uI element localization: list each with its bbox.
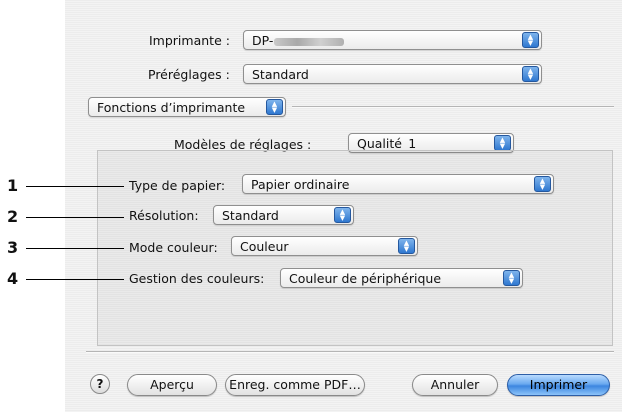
panel-popup[interactable]: Fonctions d’imprimante ▲ ▼: [88, 97, 286, 117]
cancel-button[interactable]: Annuler: [412, 374, 498, 396]
callout-line-3: [26, 248, 124, 249]
callout-line-2: [26, 217, 124, 218]
color-mode-popup[interactable]: Couleur ▲ ▼: [231, 236, 418, 256]
callout-number-4: 4: [7, 269, 19, 288]
panel-value: Fonctions d’imprimante: [97, 100, 246, 115]
callout-number-3: 3: [7, 238, 19, 257]
resolution-popup[interactable]: Standard ▲ ▼: [213, 205, 354, 225]
updown-arrows-icon: ▲ ▼: [266, 99, 283, 115]
printer-popup[interactable]: DP- ▲ ▼: [243, 30, 542, 50]
callout-line-1: [26, 186, 124, 187]
updown-arrows-icon: ▲ ▼: [534, 176, 551, 192]
paper-type-value: Papier ordinaire: [251, 177, 350, 192]
help-icon[interactable]: ?: [90, 374, 110, 394]
updown-arrows-icon: ▲ ▼: [398, 238, 415, 254]
separator-bottom: [86, 351, 614, 353]
print-button[interactable]: Imprimer: [507, 374, 610, 396]
resolution-value: Standard: [222, 208, 279, 223]
updown-arrows-icon: ▲ ▼: [522, 32, 539, 48]
color-management-value: Couleur de périphérique: [289, 271, 442, 286]
models-value: Qualité_1: [357, 136, 417, 151]
color-mode-value: Couleur: [240, 239, 289, 254]
callout-number-1: 1: [7, 176, 19, 195]
paper-type-popup[interactable]: Papier ordinaire ▲ ▼: [242, 174, 554, 194]
color-management-popup[interactable]: Couleur de périphérique ▲ ▼: [280, 268, 523, 288]
redacted-printer-name: [274, 37, 345, 46]
callout-number-2: 2: [7, 207, 19, 226]
resolution-label: Résolution:: [129, 208, 199, 223]
preview-button[interactable]: Aperçu: [127, 374, 217, 396]
updown-arrows-icon: ▲ ▼: [494, 135, 511, 151]
updown-arrows-icon: ▲ ▼: [522, 66, 539, 82]
color-mode-label: Mode couleur:: [129, 240, 218, 255]
presets-label: Préréglages :: [148, 67, 230, 82]
separator-top: [292, 106, 614, 108]
presets-popup[interactable]: Standard ▲ ▼: [243, 64, 542, 84]
updown-arrows-icon: ▲ ▼: [334, 207, 351, 223]
printer-label: Imprimante :: [149, 33, 230, 48]
presets-value: Standard: [252, 67, 309, 82]
color-management-label: Gestion des couleurs:: [129, 271, 265, 286]
callout-line-4: [26, 279, 124, 280]
paper-type-label: Type de papier:: [129, 178, 226, 193]
updown-arrows-icon: ▲ ▼: [503, 270, 520, 286]
printer-value: DP-: [252, 33, 274, 48]
save-as-pdf-button[interactable]: Enreg. comme PDF…: [225, 374, 365, 396]
